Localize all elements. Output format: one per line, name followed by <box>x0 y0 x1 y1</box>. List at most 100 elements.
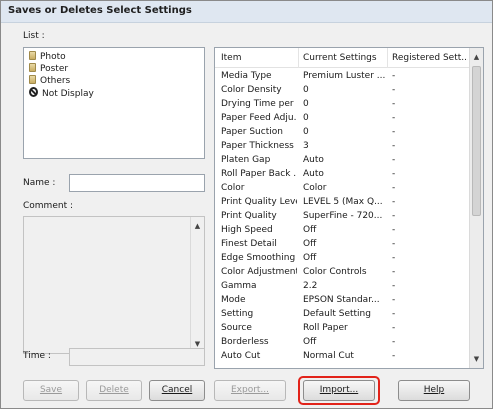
cell-item: Color Adjustment <box>221 267 297 277</box>
cell-item: Drying Time per ... <box>221 99 297 109</box>
cell-registered-setting: - <box>392 71 396 81</box>
scroll-thumb[interactable] <box>472 66 481 216</box>
table-row[interactable]: Gamma 2.2 - <box>215 281 469 293</box>
table-row[interactable]: Color Color - <box>215 183 469 195</box>
cell-registered-setting: - <box>392 183 396 193</box>
cell-current-setting: 3 <box>303 141 309 151</box>
table-row[interactable]: High Speed Off - <box>215 225 469 237</box>
cell-current-setting: Roll Paper <box>303 323 348 333</box>
cell-item: Color Density <box>221 85 282 95</box>
cell-registered-setting: - <box>392 155 396 165</box>
cell-current-setting: 0 <box>303 85 309 95</box>
settings-list[interactable]: Photo Poster Others Not Display <box>23 47 205 159</box>
cell-current-setting: Default Setting <box>303 309 371 319</box>
table-row[interactable]: Paper Thickness 3 - <box>215 141 469 153</box>
cell-item: Media Type <box>221 71 272 81</box>
cell-current-setting: LEVEL 5 (Max Q... <box>303 197 383 207</box>
cell-registered-setting: - <box>392 309 396 319</box>
name-field[interactable] <box>69 174 205 192</box>
cell-current-setting: Off <box>303 337 317 347</box>
comment-scrollbar[interactable]: ▲ ▼ <box>190 217 204 353</box>
list-item-not-display[interactable]: Not Display <box>29 87 94 99</box>
window-title: Saves or Deletes Select Settings <box>8 5 192 16</box>
cell-current-setting: 2.2 <box>303 281 318 291</box>
cell-current-setting: SuperFine - 720... <box>303 211 383 221</box>
cell-current-setting: Off <box>303 253 317 263</box>
cell-registered-setting: - <box>392 211 396 221</box>
cell-item: Source <box>221 323 252 333</box>
cell-item: Print Quality Level <box>221 197 297 207</box>
cell-current-setting: Color <box>303 183 327 193</box>
table-row[interactable]: Color Adjustment Color Controls - <box>215 267 469 279</box>
list-item-others[interactable]: Others <box>29 75 70 87</box>
table-row[interactable]: Finest Detail Off - <box>215 239 469 251</box>
cell-item: Mode <box>221 295 246 305</box>
time-field <box>69 348 205 366</box>
comment-label: Comment : <box>23 201 73 211</box>
cell-registered-setting: - <box>392 99 396 109</box>
table-row[interactable]: Print Quality SuperFine - 720... - <box>215 211 469 223</box>
save-button[interactable]: Save <box>23 380 79 401</box>
cell-current-setting: Off <box>303 239 317 249</box>
scroll-up-icon[interactable]: ▲ <box>470 50 483 64</box>
cell-registered-setting: - <box>392 337 396 347</box>
cell-registered-setting: - <box>392 351 396 361</box>
table-row[interactable]: Print Quality Level LEVEL 5 (Max Q... - <box>215 197 469 209</box>
cell-registered-setting: - <box>392 295 396 305</box>
folder-icon <box>29 75 36 84</box>
column-divider[interactable] <box>298 48 299 68</box>
table-row[interactable]: Platen Gap Auto - <box>215 155 469 167</box>
export-button[interactable]: Export... <box>214 380 286 401</box>
scroll-up-icon[interactable]: ▲ <box>191 219 204 233</box>
table-row[interactable]: Drying Time per ... 0 - <box>215 99 469 111</box>
help-button[interactable]: Help <box>398 380 470 401</box>
col-header-registered[interactable]: Registered Sett... <box>392 53 468 63</box>
cell-current-setting: Auto <box>303 169 324 179</box>
cell-current-setting: Normal Cut <box>303 351 354 361</box>
col-header-item[interactable]: Item <box>221 53 295 63</box>
cell-current-setting: Off <box>303 225 317 235</box>
table-scrollbar[interactable]: ▲ ▼ <box>469 48 483 368</box>
cancel-button[interactable]: Cancel <box>149 380 205 401</box>
cell-item: Paper Thickness <box>221 141 294 151</box>
cell-item: Print Quality <box>221 211 277 221</box>
time-label: Time : <box>23 351 51 361</box>
table-row[interactable]: Borderless Off - <box>215 337 469 349</box>
folder-icon <box>29 63 36 72</box>
cell-current-setting: Premium Luster ... <box>303 71 385 81</box>
cell-registered-setting: - <box>392 113 396 123</box>
table-row[interactable]: Color Density 0 - <box>215 85 469 97</box>
cell-item: Setting <box>221 309 254 319</box>
title-bar: Saves or Deletes Select Settings <box>1 1 492 23</box>
table-row[interactable]: Auto Cut Normal Cut - <box>215 351 469 363</box>
table-row[interactable]: Edge Smoothing Off - <box>215 253 469 265</box>
cell-registered-setting: - <box>392 141 396 151</box>
import-button[interactable]: Import... <box>303 380 375 401</box>
list-item-photo[interactable]: Photo <box>29 51 66 63</box>
table-row[interactable]: Paper Feed Adju... 0 - <box>215 113 469 125</box>
table-row[interactable]: Source Roll Paper - <box>215 323 469 335</box>
list-item-poster[interactable]: Poster <box>29 63 68 75</box>
col-header-current[interactable]: Current Settings <box>303 53 385 63</box>
cell-registered-setting: - <box>392 323 396 333</box>
table-row[interactable]: Media Type Premium Luster ... - <box>215 71 469 83</box>
cell-item: Edge Smoothing <box>221 253 296 263</box>
cell-item: Roll Paper Back ... <box>221 169 297 179</box>
column-divider[interactable] <box>387 48 388 68</box>
cell-item: High Speed <box>221 225 273 235</box>
comment-field[interactable]: ▲ ▼ <box>23 216 205 354</box>
table-row[interactable]: Setting Default Setting - <box>215 309 469 321</box>
cell-registered-setting: - <box>392 85 396 95</box>
table-row[interactable]: Roll Paper Back ... Auto - <box>215 169 469 181</box>
cell-item: Auto Cut <box>221 351 261 361</box>
cell-current-setting: Color Controls <box>303 267 367 277</box>
no-entry-icon <box>29 87 38 97</box>
delete-button[interactable]: Delete <box>86 380 142 401</box>
table-row[interactable]: Mode EPSON Standar... - <box>215 295 469 307</box>
cell-registered-setting: - <box>392 239 396 249</box>
table-row[interactable]: Paper Suction 0 - <box>215 127 469 139</box>
settings-table[interactable]: Item Current Settings Registered Sett...… <box>214 47 484 369</box>
scroll-down-icon[interactable]: ▼ <box>470 352 483 366</box>
cell-registered-setting: - <box>392 225 396 235</box>
cell-item: Platen Gap <box>221 155 271 165</box>
